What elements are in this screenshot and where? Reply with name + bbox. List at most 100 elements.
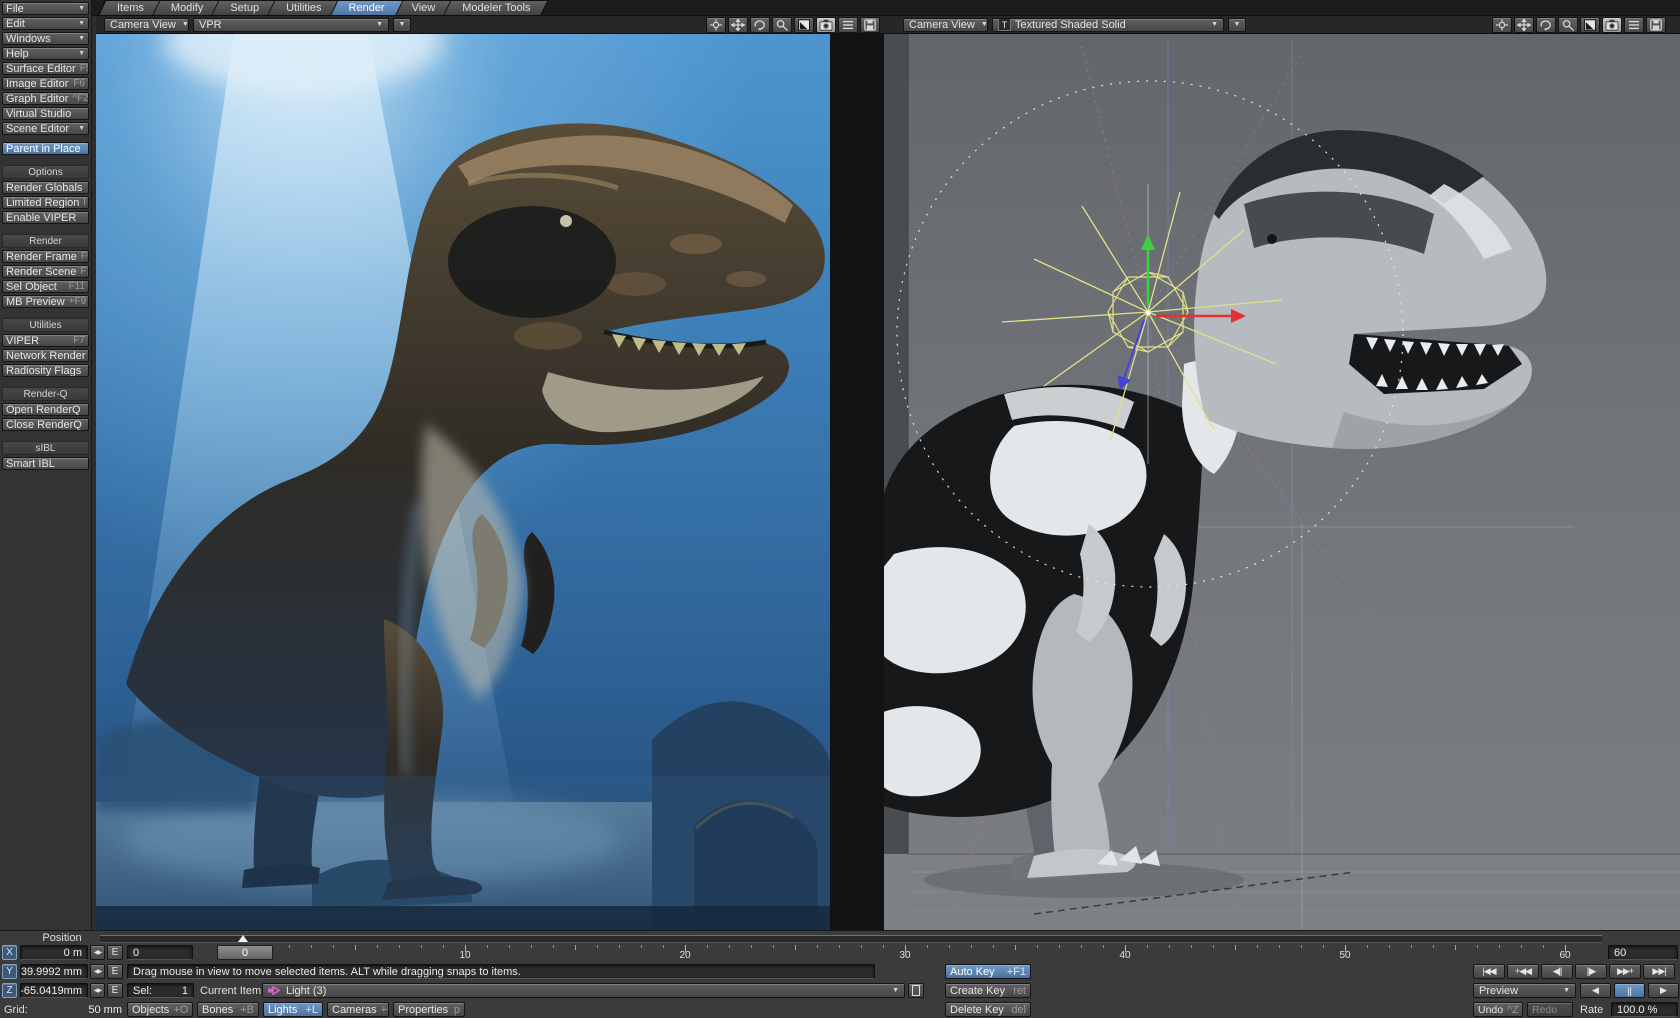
axis-z-button[interactable]: Z bbox=[2, 983, 17, 998]
position-y-value[interactable]: 39.9992 mm bbox=[20, 964, 88, 979]
view-mode-dropdown[interactable]: Camera View▼ bbox=[104, 18, 189, 32]
jump-start-button[interactable]: |◀◀ bbox=[1473, 964, 1505, 979]
current-item-label: Current Item bbox=[200, 985, 261, 997]
group-title-options: Options bbox=[2, 165, 89, 179]
virtual-studio-button[interactable]: Virtual Studio bbox=[2, 107, 89, 120]
envelope-y-button[interactable]: E bbox=[107, 964, 123, 979]
play-reverse-button[interactable]: ◀ bbox=[1580, 983, 1611, 998]
next-key-button[interactable]: ▶▶+ bbox=[1609, 964, 1641, 979]
tab-setup[interactable]: Setup bbox=[215, 0, 274, 15]
axis-y-button[interactable]: Y bbox=[2, 964, 17, 979]
render-camera-icon[interactable] bbox=[1602, 17, 1622, 33]
limited-region-button[interactable]: Limited Regionl bbox=[2, 196, 89, 209]
spinner-y-button[interactable]: ◀▶ bbox=[90, 964, 105, 979]
scene-editor-button[interactable]: Scene Editor▼ bbox=[2, 122, 89, 135]
shading-mode-dropdown[interactable]: VPR▼ bbox=[193, 18, 389, 32]
chevron-down-icon: ▼ bbox=[399, 21, 406, 28]
save-view-icon[interactable] bbox=[860, 17, 880, 33]
rate-value-input[interactable]: 100.0 % bbox=[1611, 1002, 1678, 1017]
bones-button[interactable]: Bones+B bbox=[197, 1002, 259, 1017]
image-editor-button[interactable]: Image EditorF6 bbox=[2, 77, 89, 90]
rotate-view-icon[interactable] bbox=[1536, 17, 1556, 33]
pan-view-icon[interactable] bbox=[728, 17, 748, 33]
objects-button[interactable]: Objects+O bbox=[127, 1002, 193, 1017]
viewport-options-dropdown[interactable]: ▼ bbox=[393, 18, 411, 32]
close-renderq-button[interactable]: Close RenderQ bbox=[2, 418, 89, 431]
viewport-options-dropdown[interactable]: ▼ bbox=[1228, 18, 1246, 32]
range-marker bbox=[238, 935, 248, 942]
chevron-down-icon: ▼ bbox=[176, 21, 189, 28]
tab-modeler-tools[interactable]: Modeler Tools bbox=[447, 0, 545, 15]
pan-view-icon[interactable] bbox=[1514, 17, 1534, 33]
tab-render[interactable]: Render bbox=[334, 0, 400, 15]
cameras-button[interactable]: Cameras+C bbox=[327, 1002, 389, 1017]
timeline-scrub-handle[interactable]: 0 bbox=[217, 945, 273, 960]
save-view-icon[interactable] bbox=[1646, 17, 1666, 33]
zoom-view-icon[interactable] bbox=[1558, 17, 1578, 33]
smart-ibl-button[interactable]: Smart IBL bbox=[2, 457, 89, 470]
lights-button[interactable]: Lights+L bbox=[263, 1002, 323, 1017]
create-key-button[interactable]: Create Keyret bbox=[945, 983, 1031, 998]
maximize-viewport-icon[interactable] bbox=[794, 17, 814, 33]
tab-items[interactable]: Items bbox=[102, 0, 159, 15]
timeline-ruler[interactable]: 0102030405060 0 bbox=[197, 945, 1604, 961]
tab-utilities[interactable]: Utilities bbox=[271, 0, 336, 15]
preview-dropdown[interactable]: Preview ▼ bbox=[1473, 983, 1576, 998]
sel-object-button[interactable]: Sel ObjectF11 bbox=[2, 280, 89, 293]
end-frame-input[interactable]: 60 bbox=[1608, 945, 1678, 960]
current-item-dropdown[interactable]: Light (3) ▼ bbox=[262, 983, 905, 998]
pause-button[interactable]: || bbox=[1614, 983, 1645, 998]
position-x-value[interactable]: 0 m bbox=[20, 945, 88, 960]
render-camera-icon[interactable] bbox=[816, 17, 836, 33]
render-globals-button[interactable]: Render Globals bbox=[2, 181, 89, 194]
zoom-view-icon[interactable] bbox=[772, 17, 792, 33]
tab-view[interactable]: View bbox=[397, 0, 451, 15]
menu-windows[interactable]: Windows▼ bbox=[2, 32, 89, 45]
vpr-viewport-canvas[interactable] bbox=[96, 34, 830, 930]
menu-file[interactable]: File▼ bbox=[2, 2, 89, 15]
envelope-x-button[interactable]: E bbox=[107, 945, 123, 960]
mb-preview-button[interactable]: MB Preview+F9 bbox=[2, 295, 89, 308]
spinner-z-button[interactable]: ◀▶ bbox=[90, 983, 105, 998]
view-mode-dropdown[interactable]: Camera View▼ bbox=[903, 18, 988, 32]
render-scene-button[interactable]: Render SceneF10 bbox=[2, 265, 89, 278]
axis-x-button[interactable]: X bbox=[2, 945, 17, 960]
item-properties-mini-button[interactable] bbox=[908, 983, 924, 998]
prev-key-button[interactable]: +◀◀ bbox=[1507, 964, 1539, 979]
auto-key-button[interactable]: Auto Key+F1 bbox=[945, 964, 1031, 979]
next-frame-button[interactable]: ||▶ bbox=[1575, 964, 1607, 979]
maximize-viewport-icon[interactable] bbox=[1580, 17, 1600, 33]
undo-button[interactable]: Undo^Z bbox=[1473, 1002, 1523, 1017]
properties-button[interactable]: Propertiesp bbox=[393, 1002, 465, 1017]
shading-mode-dropdown[interactable]: TTextured Shaded Solid▼ bbox=[992, 18, 1224, 32]
radiosity-flags-button[interactable]: Radiosity Flags bbox=[2, 364, 89, 377]
enable-viper-button[interactable]: Enable VIPER bbox=[2, 211, 89, 224]
position-z-value[interactable]: -65.0419mm bbox=[20, 983, 88, 998]
spinner-x-button[interactable]: ◀▶ bbox=[90, 945, 105, 960]
viper-button[interactable]: VIPERF7 bbox=[2, 334, 89, 347]
tab-modify[interactable]: Modify bbox=[156, 0, 218, 15]
open-renderq-button[interactable]: Open RenderQ bbox=[2, 403, 89, 416]
menu-edit[interactable]: Edit▼ bbox=[2, 17, 89, 30]
jump-end-button[interactable]: ▶▶| bbox=[1643, 964, 1675, 979]
network-render-button[interactable]: Network Render bbox=[2, 349, 89, 362]
parent-in-place-button[interactable]: Parent in Place bbox=[2, 142, 89, 155]
chevron-down-icon: ▼ bbox=[78, 5, 85, 12]
frame-input[interactable]: 0 bbox=[127, 945, 193, 960]
surface-editor-button[interactable]: Surface EditorF5 bbox=[2, 62, 89, 75]
viewport-menu-icon[interactable] bbox=[838, 17, 858, 33]
group-title-render-q: Render-Q bbox=[2, 387, 89, 401]
envelope-z-button[interactable]: E bbox=[107, 983, 123, 998]
render-frame-button[interactable]: Render FrameF9 bbox=[2, 250, 89, 263]
menu-help[interactable]: Help▼ bbox=[2, 47, 89, 60]
center-item-icon[interactable] bbox=[1492, 17, 1512, 33]
delete-key-button[interactable]: Delete Keydel bbox=[945, 1002, 1031, 1017]
rotate-view-icon[interactable] bbox=[750, 17, 770, 33]
play-forward-button[interactable]: ▶ bbox=[1648, 983, 1679, 998]
center-item-icon[interactable] bbox=[706, 17, 726, 33]
graph-editor-button[interactable]: Graph Editor^F2 bbox=[2, 92, 89, 105]
opengl-viewport-canvas[interactable] bbox=[884, 34, 1680, 930]
redo-button[interactable]: Redo bbox=[1527, 1002, 1573, 1017]
viewport-menu-icon[interactable] bbox=[1624, 17, 1644, 33]
prev-frame-button[interactable]: ◀|| bbox=[1541, 964, 1573, 979]
